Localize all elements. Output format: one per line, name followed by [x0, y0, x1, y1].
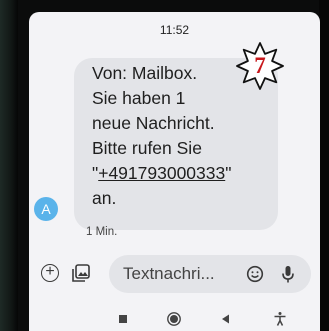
sender-avatar[interactable]: A [34, 197, 58, 221]
phone-screen: 11:52 Von: Mailbox. Sie haben 1 neue Nac… [29, 12, 320, 331]
close-quote: " [225, 163, 232, 183]
plus-circle-icon: + [45, 263, 55, 280]
status-time: 11:52 [159, 23, 190, 37]
triangle-back-icon [222, 314, 229, 324]
right-bezel [319, 0, 329, 331]
emoji-icon [246, 265, 264, 283]
microphone-icon [282, 266, 294, 283]
left-bezel [0, 0, 18, 331]
accessibility-icon [274, 312, 286, 326]
circle-icon [167, 312, 181, 326]
message-line-4: Bitte rufen Sie [92, 138, 202, 158]
message-time: 1 Min. [86, 226, 118, 238]
navigation-bar [29, 308, 320, 331]
message-line-1: Von: Mailbox. [92, 63, 198, 83]
emoji-button[interactable] [246, 265, 264, 283]
gallery-icon [72, 264, 90, 282]
message-input-placeholder: Textnachri... [123, 264, 215, 283]
message-input[interactable]: Textnachri... [109, 255, 311, 293]
accessibility-button[interactable] [272, 311, 288, 327]
home-button[interactable] [166, 311, 182, 327]
add-attachment-button[interactable]: + [41, 264, 59, 282]
back-button[interactable] [218, 311, 234, 327]
voice-button[interactable] [279, 264, 297, 284]
compose-bar: + Textnachri... [29, 250, 320, 298]
message-line-2: Sie haben 1 [92, 88, 186, 108]
phone-number-link[interactable]: +491793000333 [98, 163, 225, 183]
recents-button[interactable] [115, 311, 131, 327]
gallery-button[interactable] [71, 263, 91, 283]
step-number-badge: 7 [234, 40, 286, 92]
message-line-3: neue Nachricht. [92, 113, 215, 133]
message-line-6: an. [92, 188, 117, 208]
step-number: 7 [254, 53, 266, 78]
square-icon [119, 315, 127, 323]
message-line-5: "+491793000333" [92, 162, 231, 184]
